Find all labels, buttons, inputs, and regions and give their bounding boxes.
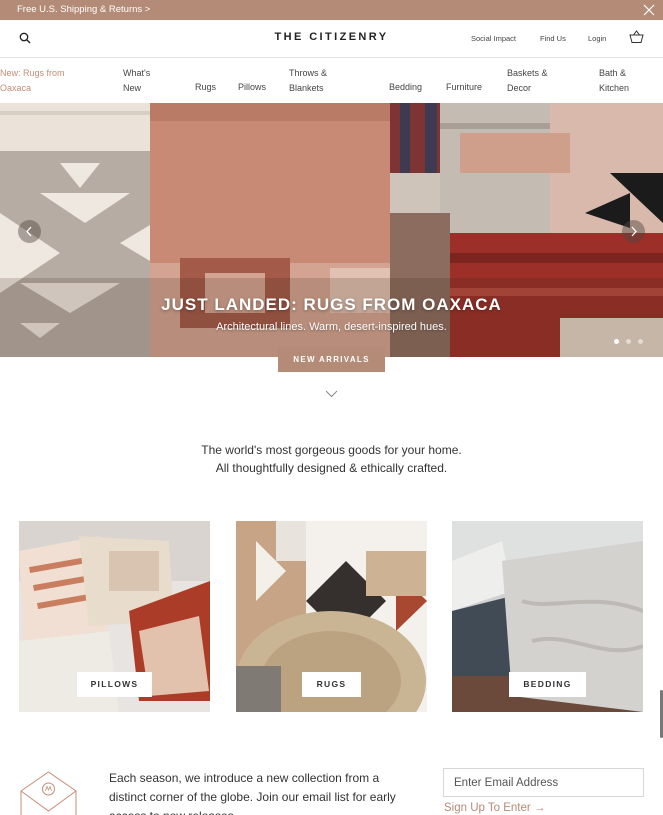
cart-icon[interactable]: [629, 30, 644, 44]
new-arrivals-button[interactable]: NEW ARRIVALS: [278, 347, 385, 372]
hero-subtitle: Architectural lines. Warm, desert-inspir…: [216, 321, 447, 333]
nav-item-whats-new[interactable]: What's New: [123, 66, 163, 95]
signup-link[interactable]: Sign Up To Enter →: [444, 802, 545, 814]
category-label-rugs: RUGS: [302, 672, 361, 697]
close-icon[interactable]: [643, 4, 655, 16]
carousel-dot[interactable]: [626, 339, 631, 344]
main-nav: New: Rugs from Oaxaca What's New Rugs Pi…: [0, 58, 663, 103]
chevron-right-icon: [631, 226, 637, 237]
nav-item-bath-kitchen[interactable]: Bath & Kitchen: [599, 66, 647, 95]
category-tile-rugs[interactable]: RUGS: [236, 521, 427, 712]
category-label-pillows: PILLOWS: [77, 672, 152, 697]
find-us-link[interactable]: Find Us: [540, 34, 566, 43]
nav-item-rugs[interactable]: Rugs: [195, 80, 216, 95]
promo-link[interactable]: Free U.S. Shipping & Returns >: [17, 0, 150, 20]
site-header: THE CITIZENRY Social Impact Find Us Logi…: [0, 20, 663, 58]
hero-image: [0, 103, 663, 357]
social-impact-link[interactable]: Social Impact: [471, 34, 516, 43]
tagline-line-1: The world's most gorgeous goods for your…: [201, 443, 462, 457]
nav-item-throws-blankets[interactable]: Throws & Blankets: [289, 66, 339, 95]
carousel-dots: [607, 331, 643, 349]
carousel-dot[interactable]: [614, 339, 619, 344]
envelope-icon: [20, 771, 77, 815]
nav-item-pillows[interactable]: Pillows: [238, 80, 266, 95]
carousel-next-button[interactable]: [622, 220, 645, 243]
nav-item-furniture[interactable]: Furniture: [446, 80, 482, 95]
tagline-line-2: All thoughtfully designed & ethically cr…: [215, 461, 448, 475]
nav-item-new-rugs-from-oaxaca[interactable]: New: Rugs from Oaxaca: [0, 66, 80, 95]
promo-bar: Free U.S. Shipping & Returns >: [0, 0, 663, 20]
category-tile-pillows[interactable]: PILLOWS: [19, 521, 210, 712]
chevron-down-icon[interactable]: [325, 390, 338, 398]
newsletter-text: Each season, we introduce a new collecti…: [109, 771, 396, 815]
nav-item-baskets-decor[interactable]: Baskets & Decor: [507, 66, 557, 95]
chevron-left-icon: [26, 226, 32, 237]
category-tile-bedding[interactable]: BEDDING: [452, 521, 643, 712]
carousel-prev-button[interactable]: [18, 220, 41, 243]
brand-tagline: The world's most gorgeous goods for your…: [0, 441, 663, 477]
category-label-bedding: BEDDING: [509, 672, 586, 697]
hero-carousel: JUST LANDED: RUGS FROM OAXACA Architectu…: [0, 103, 663, 357]
hero-title: JUST LANDED: RUGS FROM OAXACA: [161, 295, 502, 314]
carousel-dot[interactable]: [638, 339, 643, 344]
login-link[interactable]: Login: [588, 34, 606, 43]
nav-item-bedding[interactable]: Bedding: [389, 80, 422, 95]
email-input[interactable]: [443, 768, 644, 797]
